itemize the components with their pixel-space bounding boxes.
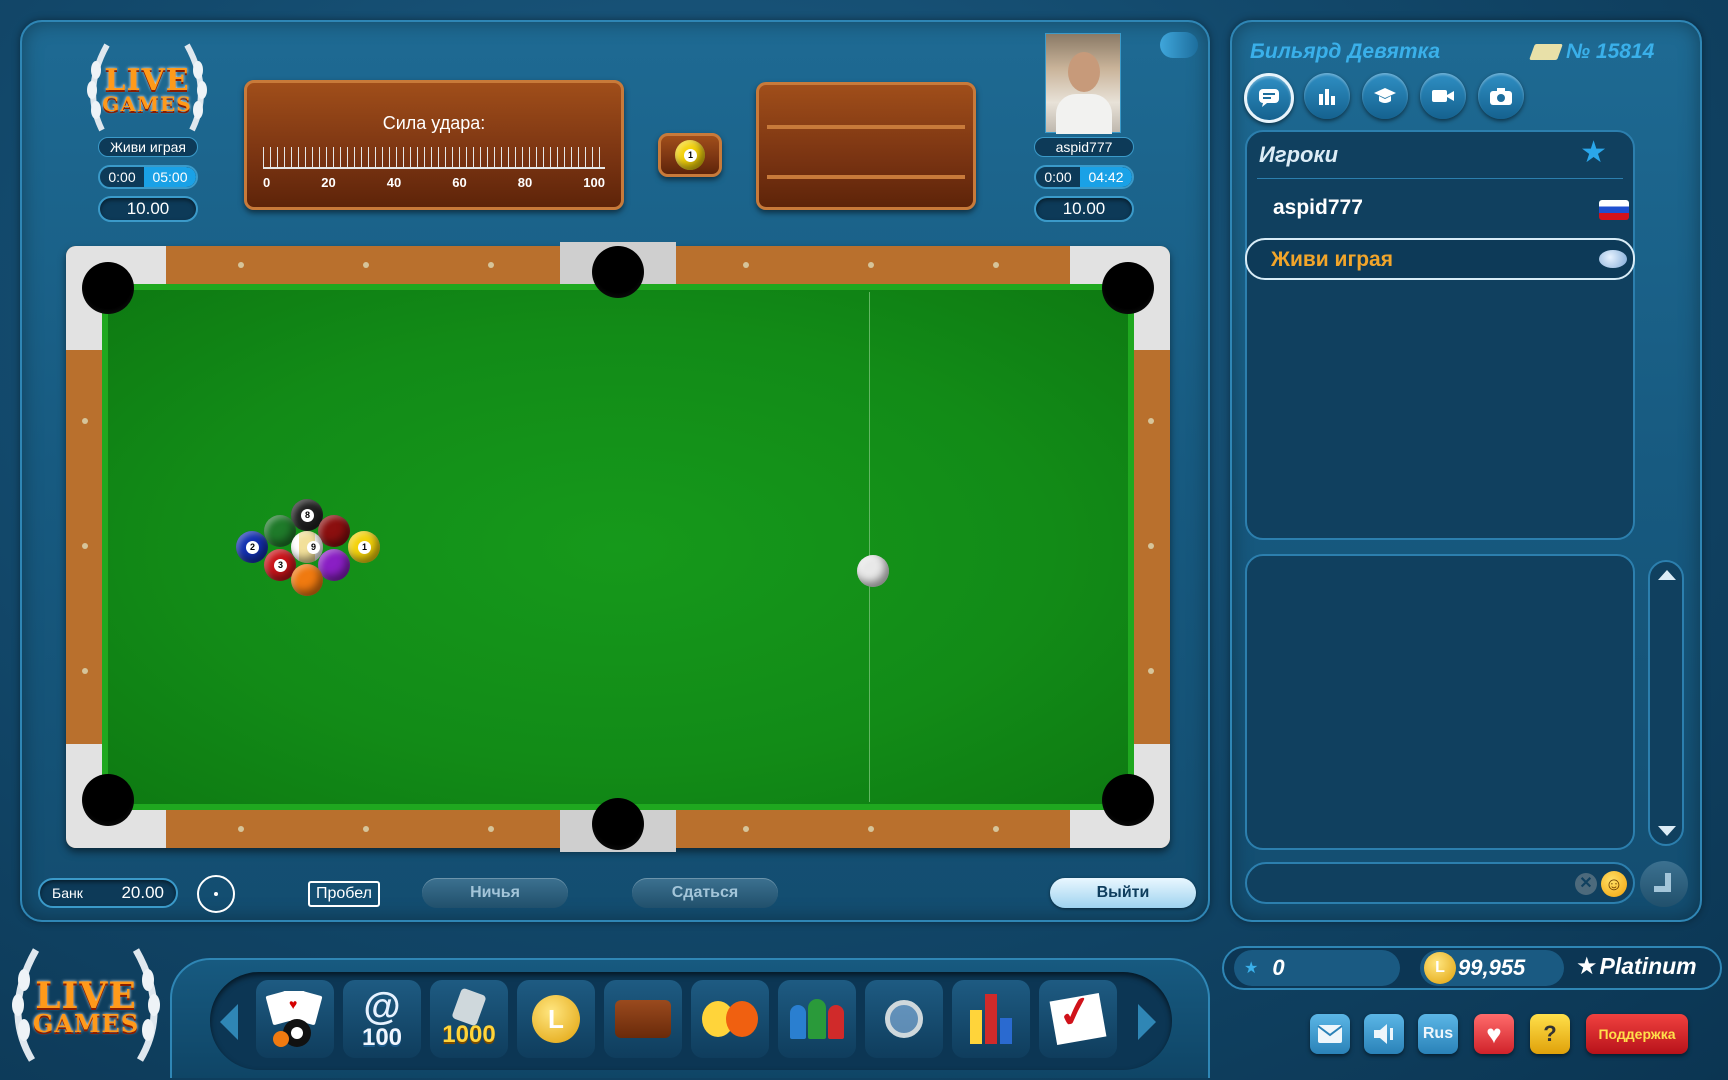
- ball-orange: [291, 564, 323, 596]
- clear-icon[interactable]: ✕: [1575, 873, 1597, 895]
- live-games-logo: LIVE GAMES: [82, 30, 212, 140]
- cue-ball[interactable]: [857, 555, 889, 587]
- phone-1000-icon[interactable]: 1000: [430, 980, 508, 1058]
- people-icon[interactable]: [778, 980, 856, 1058]
- pocketed-balls-tray: [756, 82, 976, 210]
- space-key-hint[interactable]: Пробел: [308, 881, 380, 907]
- players-header: Игроки: [1259, 142, 1339, 167]
- send-button[interactable]: [1640, 861, 1688, 907]
- star-icon: ★: [1244, 960, 1259, 977]
- checkmark-icon[interactable]: ✓: [1039, 980, 1117, 1058]
- player-right-bet: 10.00: [1034, 196, 1134, 222]
- power-scale: [263, 147, 605, 169]
- coin-icon: L: [1424, 952, 1456, 984]
- bank-display: Банк 20.00: [38, 878, 178, 908]
- wallet-icon[interactable]: [604, 980, 682, 1058]
- player-row[interactable]: Живи играя: [1245, 238, 1635, 280]
- video-tab-icon[interactable]: [1420, 73, 1466, 119]
- player-left-bet: 10.00: [98, 196, 198, 222]
- level-star-icon: ★: [1576, 953, 1598, 980]
- language-button[interactable]: Rus: [1418, 1014, 1458, 1054]
- globe-icon: [1599, 250, 1627, 268]
- ball-maroon: [318, 515, 350, 547]
- power-meter[interactable]: Сила удара: 0 20 40 60 80 100: [244, 80, 624, 210]
- exit-button[interactable]: Выйти: [1050, 878, 1196, 908]
- player-left-name: Живи играя: [98, 137, 198, 157]
- at-100-icon[interactable]: @100: [343, 980, 421, 1058]
- chat-area: [1245, 554, 1635, 850]
- favorite-star-icon[interactable]: ★: [1580, 138, 1607, 168]
- head-string-line: [869, 292, 870, 802]
- stars-display: ★ 0: [1234, 950, 1400, 986]
- pocket-bottom-left: [82, 774, 134, 826]
- russia-flag-icon: [1599, 200, 1629, 220]
- ball-2: 2: [236, 531, 268, 563]
- ball-1: 1: [348, 531, 380, 563]
- spin-dot-icon: [214, 892, 218, 896]
- sound-icon[interactable]: [1364, 1014, 1404, 1054]
- player-row-name: aspid777: [1273, 196, 1363, 219]
- ball-purple: [318, 549, 350, 581]
- bank-label: Банк: [52, 885, 83, 901]
- bank-value: 20.00: [121, 883, 164, 902]
- power-ticks: 0 20 40 60 80 100: [263, 175, 605, 190]
- player-right-avatar: [1045, 33, 1121, 134]
- chat-tab-icon[interactable]: [1244, 73, 1294, 123]
- live-games-logo-large: LIVE GAMES: [6, 930, 166, 1070]
- smiley-icon[interactable]: ☺: [1601, 871, 1627, 897]
- cards-icon[interactable]: ♥: [256, 980, 334, 1058]
- coin-clock-icon[interactable]: L: [517, 980, 595, 1058]
- player-row[interactable]: aspid777: [1247, 188, 1633, 228]
- power-label: Сила удара:: [382, 113, 486, 133]
- spin-selector[interactable]: [197, 875, 235, 913]
- pocket-bottom-right: [1102, 774, 1154, 826]
- education-tab-icon[interactable]: [1362, 73, 1408, 119]
- players-list: Игроки ★ aspid777 Живи играя: [1245, 130, 1635, 540]
- collapse-icon[interactable]: [1160, 32, 1198, 58]
- scroll-down-icon[interactable]: [1658, 826, 1676, 836]
- table-number: № 15814: [1529, 40, 1654, 64]
- pocket-top-middle: [592, 246, 644, 298]
- table-icon: [1529, 44, 1563, 60]
- camera-tab-icon[interactable]: [1478, 73, 1524, 119]
- surrender-button[interactable]: Сдаться: [632, 878, 778, 908]
- player-left-timer: 0:00 05:00: [98, 165, 198, 189]
- target-ball: 1: [675, 140, 705, 170]
- heart-icon[interactable]: ♥: [1474, 1014, 1514, 1054]
- player-right-name: aspid777: [1034, 137, 1134, 157]
- scroll-up-icon[interactable]: [1658, 570, 1676, 580]
- stats-tab-icon[interactable]: [1304, 73, 1350, 119]
- help-icon[interactable]: ?: [1530, 1014, 1570, 1054]
- mail-icon[interactable]: [1310, 1014, 1350, 1054]
- pool-table[interactable]: [66, 242, 1170, 852]
- target-ball-holder: 1: [658, 133, 722, 177]
- support-button[interactable]: Поддержка: [1586, 1014, 1688, 1054]
- player-row-name: Живи играя: [1271, 248, 1393, 271]
- level-display: ★ Platinum: [1576, 953, 1697, 980]
- chat-input[interactable]: ✕ ☺: [1245, 862, 1635, 904]
- chat-scrollbar[interactable]: [1648, 560, 1684, 846]
- draw-button[interactable]: Ничья: [422, 878, 568, 908]
- pocket-top-left: [82, 262, 134, 314]
- pocket-top-right: [1102, 262, 1154, 314]
- toolbar-right-arrow-icon[interactable]: [1138, 1004, 1156, 1040]
- bar-chart-icon[interactable]: [952, 980, 1030, 1058]
- coins-display: L 99,955: [1420, 950, 1564, 986]
- game-title: Бильярд Девятка: [1250, 40, 1441, 63]
- toolbar-left-arrow-icon[interactable]: [220, 1004, 238, 1040]
- player-right-timer: 0:00 04:42: [1034, 165, 1134, 189]
- search-person-icon[interactable]: [865, 980, 943, 1058]
- masks-icon[interactable]: [691, 980, 769, 1058]
- pocket-bottom-middle: [592, 798, 644, 850]
- svg-text:♥: ♥: [289, 996, 297, 1012]
